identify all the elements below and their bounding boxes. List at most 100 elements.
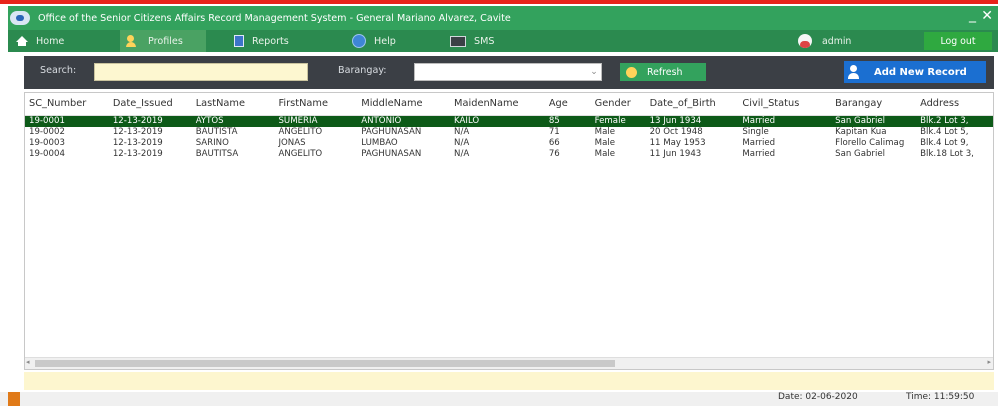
add-new-record-button[interactable]: Add New Record [844, 61, 986, 83]
menu-home[interactable]: Home [12, 30, 78, 52]
status-accent [8, 392, 20, 406]
window-title: Office of the Senior Citizens Affairs Re… [38, 12, 511, 24]
table-cell: Kapitan Kua [835, 126, 887, 137]
table-cell: Married [742, 148, 776, 159]
refresh-icon [626, 66, 637, 78]
table-cell: LUMBAO [361, 137, 398, 148]
sms-icon [450, 35, 466, 47]
table-cell: ANGELITO [278, 148, 323, 159]
refresh-button[interactable]: Refresh [620, 63, 706, 81]
table-cell: 12-13-2019 [112, 126, 163, 137]
table-cell: San Gabriel [831, 115, 917, 127]
table-cell: SARINO [195, 137, 229, 148]
user-name: admin [822, 35, 852, 47]
home-icon [16, 36, 28, 46]
menu-profiles-label: Profiles [148, 35, 183, 47]
table-cell: Blk.2 Lot 3, [916, 115, 993, 127]
table-cell: N/A [454, 148, 470, 159]
chevron-down-icon[interactable]: ⌄ [589, 66, 599, 78]
table-row[interactable]: 19-0001 12-13-2019 AYTOS SUMERIA ANTONIO… [25, 115, 993, 127]
records-table[interactable]: SC_Number Date_Issued LastName FirstName… [24, 92, 994, 370]
footer-band [24, 372, 994, 390]
column-header[interactable]: FirstName [274, 93, 358, 116]
table-cell: ANGELITO [278, 126, 323, 137]
column-header[interactable]: SC_Number [25, 93, 109, 116]
horizontal-scrollbar[interactable]: ◂ ▸ [25, 357, 993, 369]
table-cell: Single [742, 126, 769, 137]
menu-sms[interactable]: SMS [450, 30, 520, 52]
table-cell: Florello Calimag [835, 137, 905, 148]
status-date: Date: 02-06-2020 [778, 392, 858, 402]
close-button[interactable]: ✕ [981, 8, 993, 24]
column-header[interactable]: Date_of_Birth [645, 93, 739, 116]
table-cell: JONAS [278, 137, 306, 148]
status-time: Time: 11:59:50 [906, 392, 975, 402]
table-cell: 85 [544, 115, 591, 127]
menu-profiles[interactable]: Profiles [120, 30, 206, 52]
column-header[interactable]: MiddleName [357, 93, 451, 116]
table-cell: 20 Oct 1948 [649, 126, 703, 137]
table-row[interactable]: 19-0004 12-13-2019 BAUTITSA ANGELITO PAG… [25, 149, 993, 160]
table-cell: N/A [454, 126, 470, 137]
help-icon [352, 34, 366, 48]
add-user-icon [848, 65, 864, 79]
table-row[interactable]: 19-0003 12-13-2019 SARINO JONAS LUMBAO N… [25, 138, 993, 149]
column-header[interactable]: Civil_Status [738, 93, 832, 116]
table-cell: BAUTISTA [195, 126, 238, 137]
table-cell: 12-13-2019 [112, 148, 163, 159]
table-cell: AYTOS [191, 115, 275, 127]
table-cell: 71 [548, 126, 560, 137]
search-input[interactable] [94, 63, 308, 81]
minimize-button[interactable]: _ [969, 7, 976, 23]
table-cell: Blk.4 Lot 5, [920, 126, 969, 137]
logout-button[interactable]: Log out [924, 32, 992, 50]
table-cell: 19-0004 [29, 148, 65, 159]
add-user-icon [126, 35, 140, 47]
table-row[interactable]: 19-0002 12-13-2019 BAUTISTA ANGELITO PAG… [25, 127, 993, 138]
report-icon [234, 35, 244, 47]
table-cell: KAILO [450, 115, 545, 127]
add-new-record-label: Add New Record [874, 66, 967, 78]
column-header[interactable]: Address [916, 93, 993, 116]
refresh-label: Refresh [647, 66, 683, 78]
menu-bar: Home Profiles Reports Help SMS admin Log… [8, 30, 998, 52]
app-window: Office of the Senior Citizens Affairs Re… [0, 0, 998, 406]
table-header-row: SC_Number Date_Issued LastName FirstName… [25, 93, 993, 116]
table-cell: Male [594, 126, 616, 137]
table-cell: Male [594, 137, 616, 148]
column-header[interactable]: Gender [590, 93, 646, 116]
column-header[interactable]: MaidenName [450, 93, 545, 116]
table-cell: SUMERIA [274, 115, 358, 127]
table-cell: 11 Jun 1943 [649, 148, 702, 159]
column-header[interactable]: Age [544, 93, 591, 116]
scrollbar-thumb[interactable] [35, 360, 615, 367]
column-header[interactable]: Date_Issued [108, 93, 192, 116]
menu-home-label: Home [36, 35, 65, 47]
table-cell: Married [742, 137, 776, 148]
title-bar: Office of the Senior Citizens Affairs Re… [8, 6, 998, 30]
table-cell: Male [594, 148, 616, 159]
barangay-select[interactable]: ⌄ [414, 63, 602, 81]
menu-reports-label: Reports [252, 35, 289, 47]
table-cell: ANTONIO [357, 115, 451, 127]
table-cell: 11 May 1953 [649, 137, 706, 148]
menu-reports[interactable]: Reports [234, 30, 324, 52]
user-indicator[interactable]: admin [798, 30, 851, 52]
table-cell: 12-13-2019 [108, 115, 192, 127]
scroll-right-icon[interactable]: ▸ [987, 358, 991, 366]
menu-help[interactable]: Help [352, 30, 422, 52]
table-cell: Blk.4 Lot 9, [920, 137, 969, 148]
table-cell: San Gabriel [835, 148, 886, 159]
column-header[interactable]: LastName [191, 93, 275, 116]
table-cell: PAGHUNASAN [361, 148, 422, 159]
top-accent-bar [0, 0, 998, 4]
search-toolbar: Search: Barangay: ⌄ Refresh Add New Reco… [24, 56, 994, 89]
table-cell: N/A [454, 137, 470, 148]
table-cell: 19-0001 [25, 115, 109, 127]
column-header[interactable]: Barangay [831, 93, 917, 116]
table-cell: PAGHUNASAN [361, 126, 422, 137]
user-avatar-icon [798, 34, 812, 48]
table-cell: 13 Jun 1934 [645, 115, 739, 127]
scroll-left-icon[interactable]: ◂ [26, 358, 30, 366]
table-cell: 76 [548, 148, 560, 159]
